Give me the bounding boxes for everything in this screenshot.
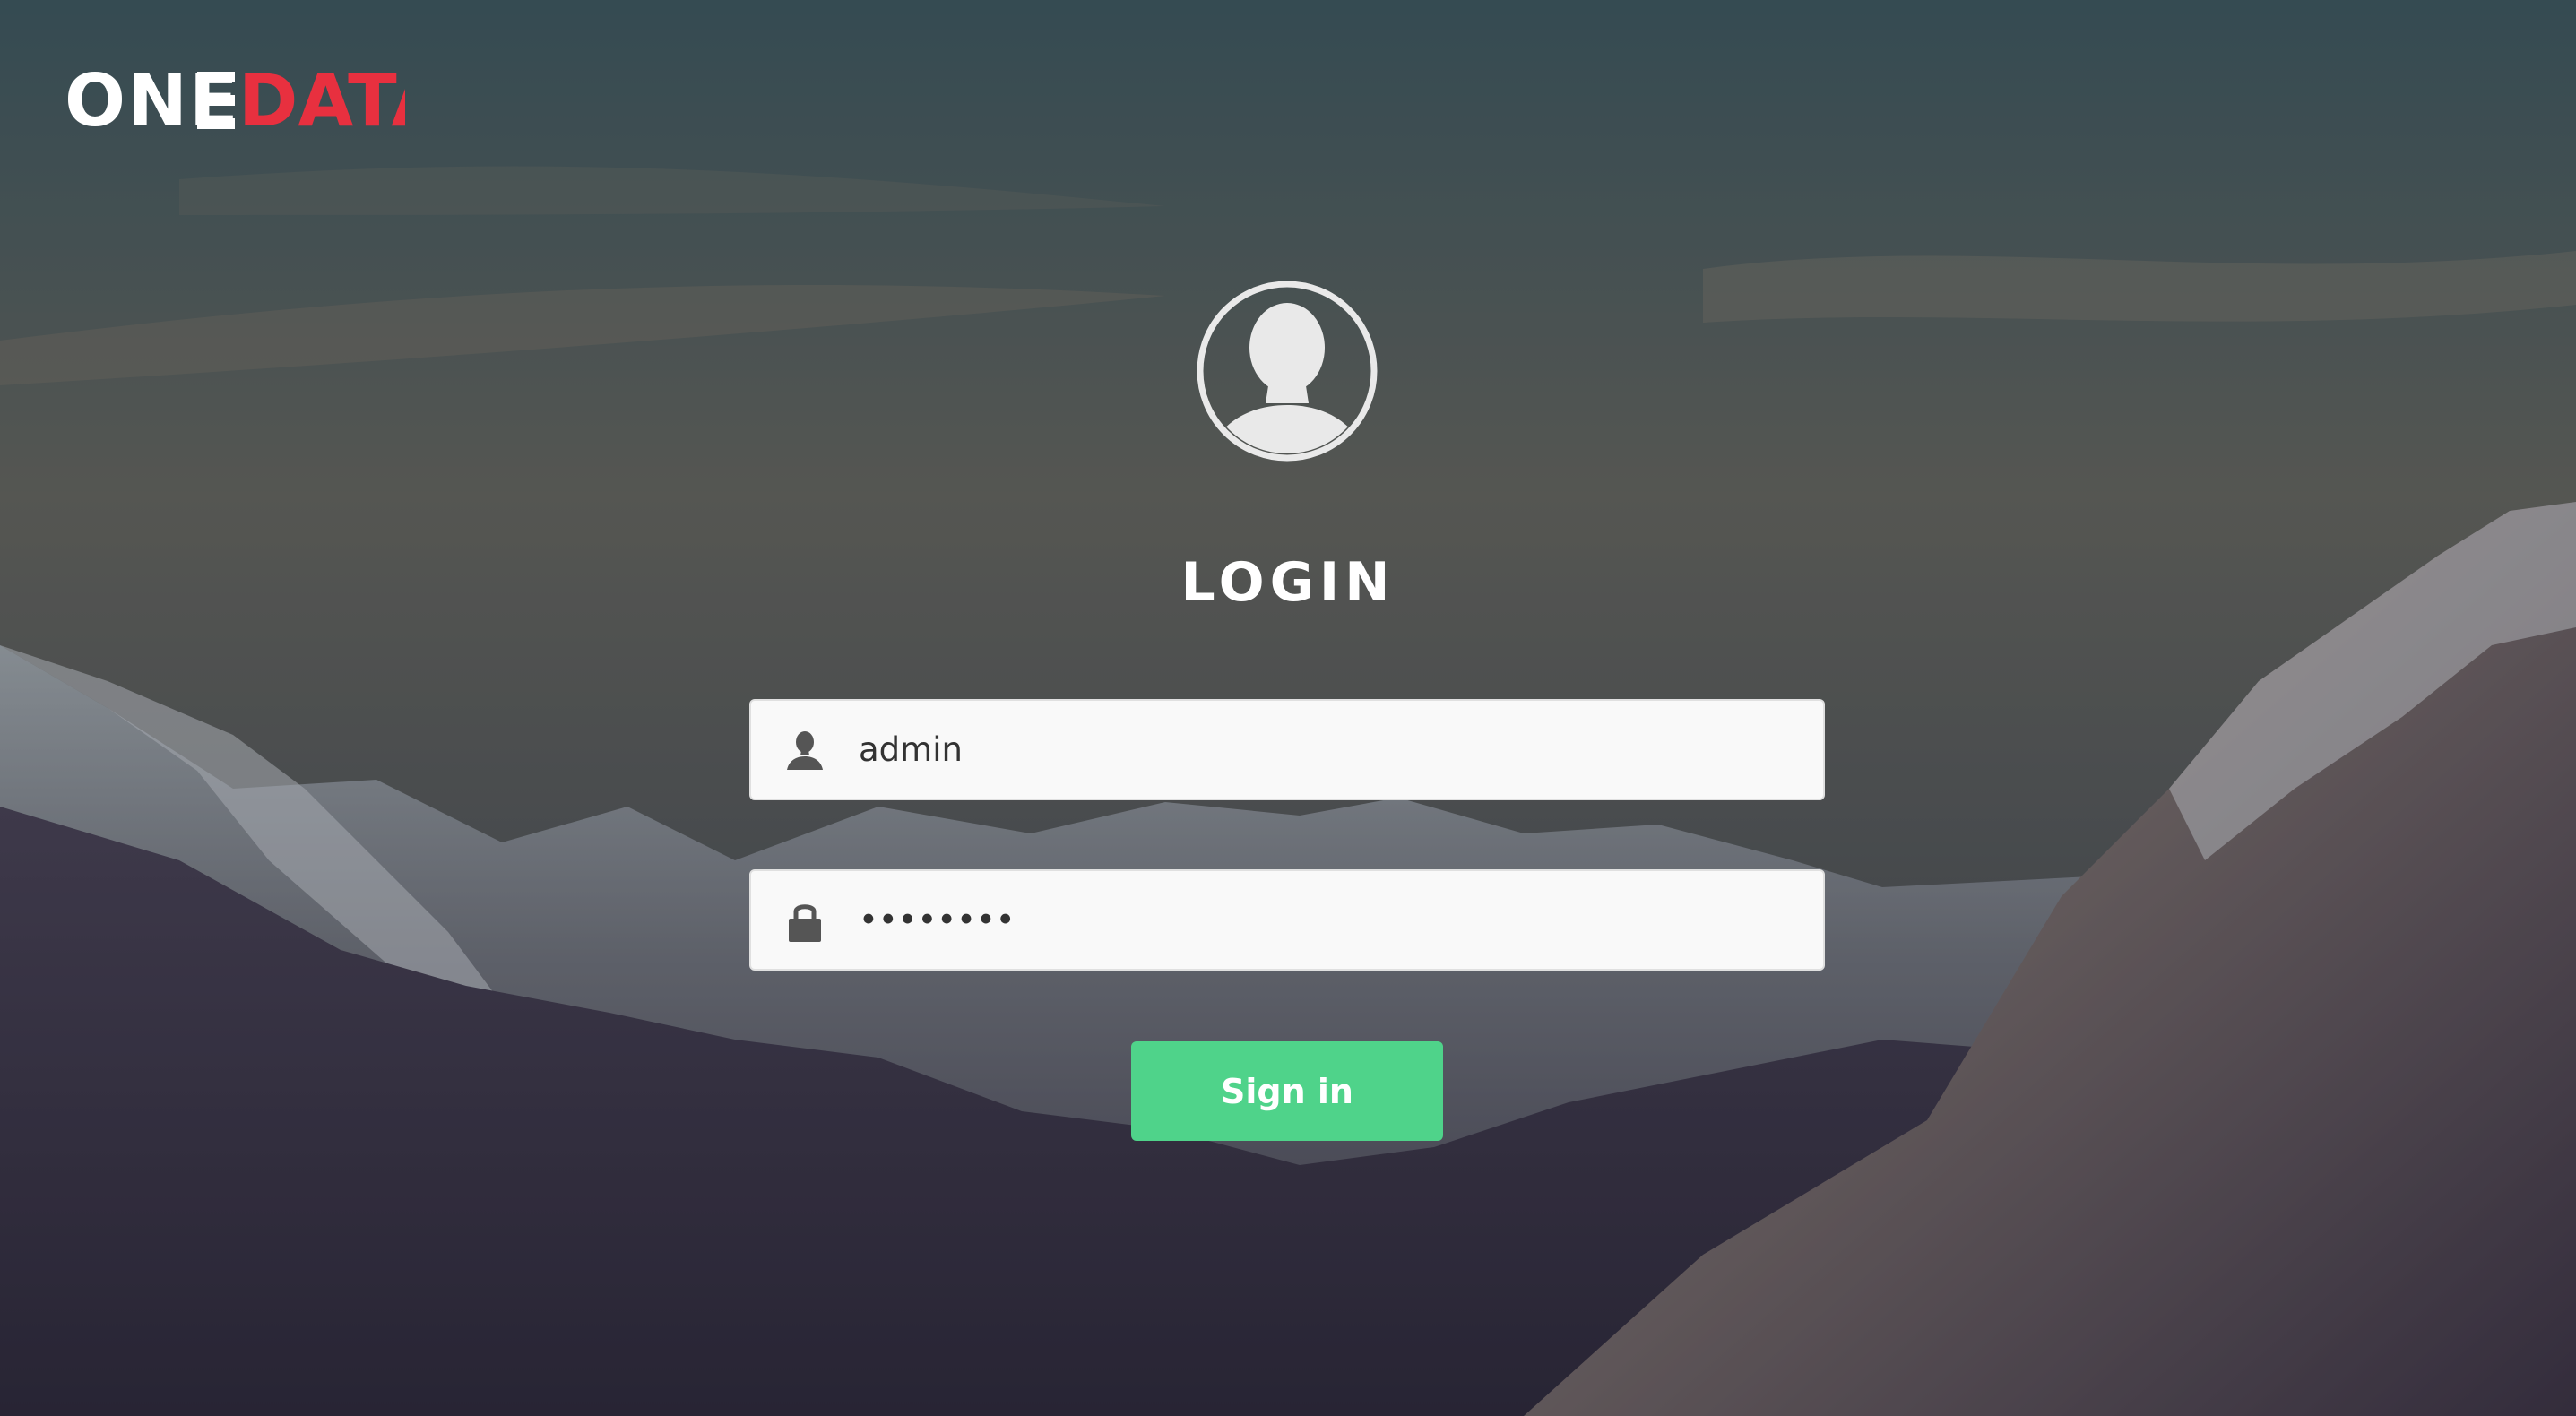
login-page: ONE DATA LOGIN [0, 0, 2576, 1416]
password-field[interactable] [749, 869, 1825, 971]
login-title: LOGIN [1180, 551, 1396, 614]
username-input[interactable] [859, 704, 1791, 795]
logo-bars-e [197, 72, 235, 129]
user-avatar-icon [1196, 280, 1379, 462]
user-icon [751, 699, 859, 800]
onedata-logo-mark: ONE DATA [65, 65, 405, 136]
password-input[interactable] [859, 875, 1791, 965]
username-field[interactable] [749, 699, 1825, 800]
lock-icon [751, 869, 859, 971]
onedata-logo: ONE DATA [65, 65, 405, 136]
sign-in-button[interactable]: Sign in [1131, 1041, 1443, 1141]
logo-text-data: DATA [238, 65, 405, 136]
